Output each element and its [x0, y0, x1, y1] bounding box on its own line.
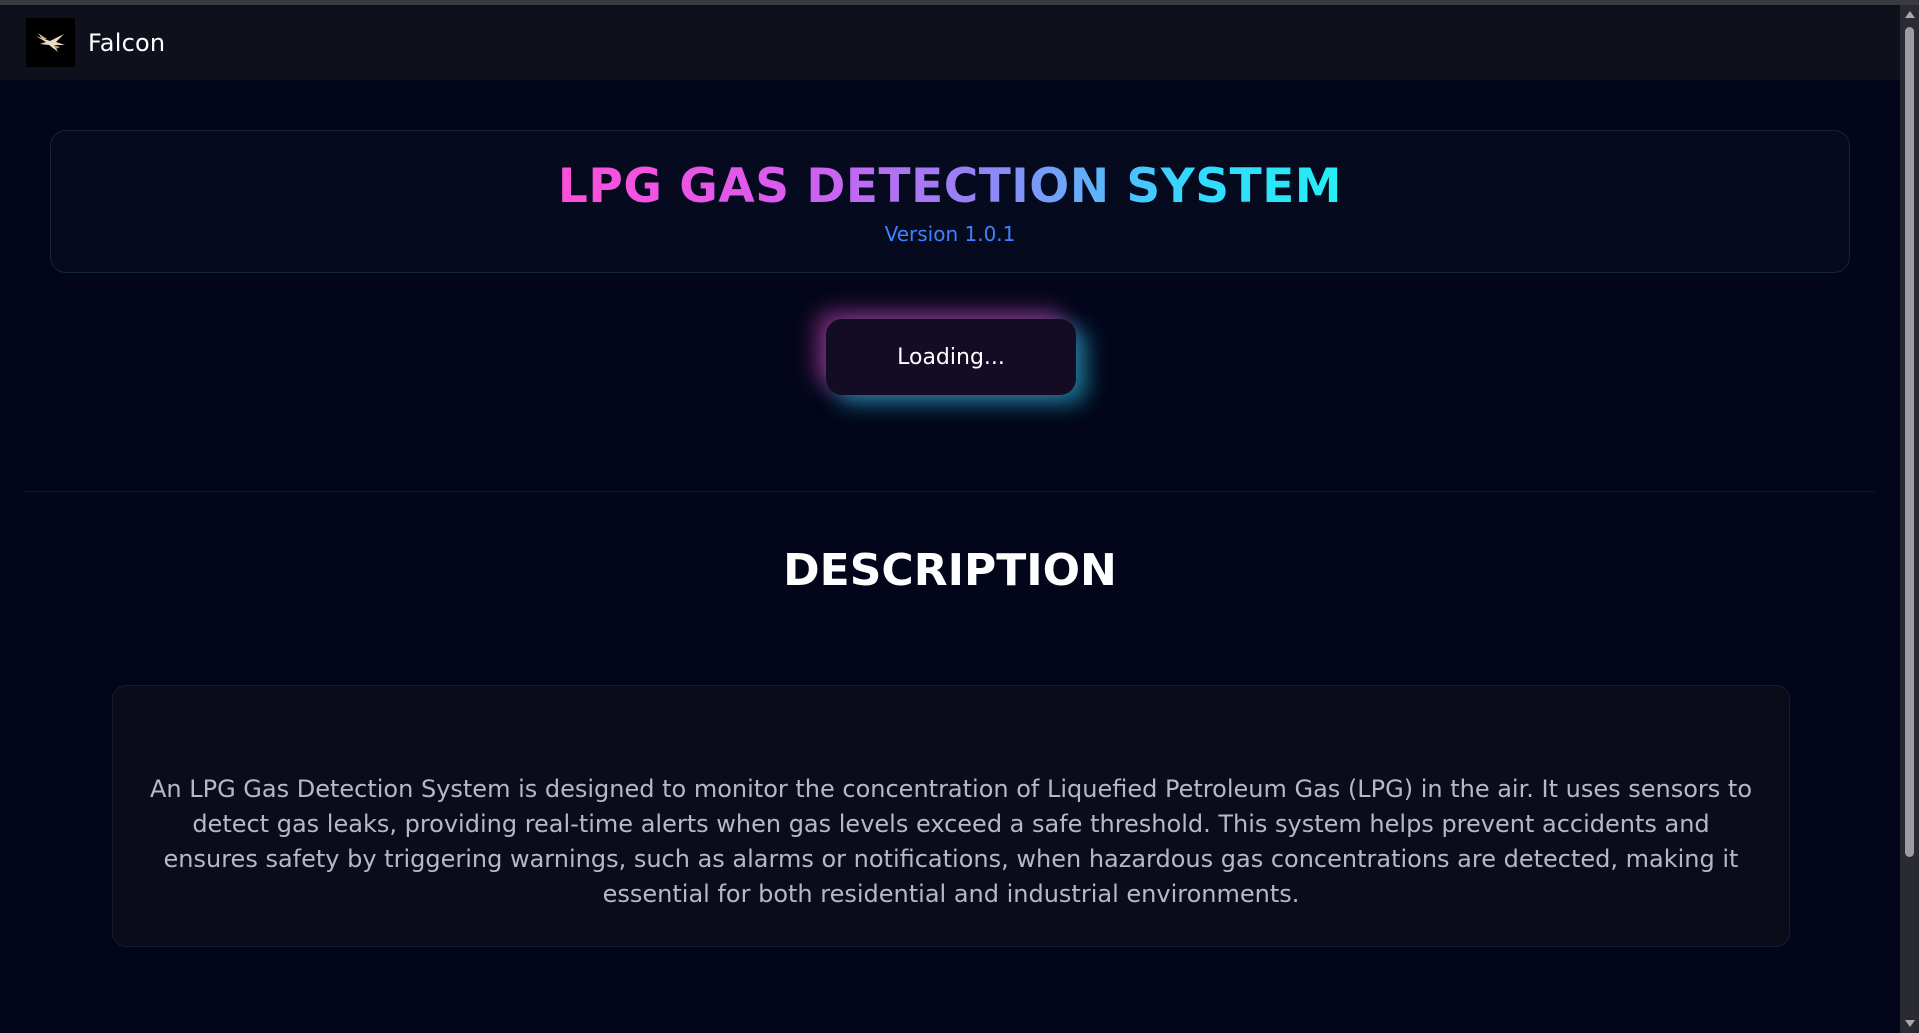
falcon-logo-icon[interactable] [26, 18, 75, 67]
section-divider [25, 491, 1875, 492]
main-content: LPG GAS DETECTION SYSTEM Version 1.0.1 L… [0, 80, 1900, 1033]
scroll-down-arrow-icon[interactable] [1905, 1020, 1915, 1027]
vertical-scrollbar[interactable] [1900, 5, 1919, 1033]
loading-status-button[interactable]: Loading... [826, 319, 1076, 395]
scrollbar-thumb[interactable] [1905, 27, 1914, 857]
description-heading: DESCRIPTION [783, 545, 1117, 596]
brand-name[interactable]: Falcon [88, 29, 165, 57]
navbar: Falcon [0, 5, 1900, 80]
description-text: An LPG Gas Detection System is designed … [149, 775, 1753, 908]
description-card: An LPG Gas Detection System is designed … [112, 685, 1790, 947]
header-card: LPG GAS DETECTION SYSTEM Version 1.0.1 [50, 130, 1850, 273]
page-title: LPG GAS DETECTION SYSTEM [557, 159, 1343, 214]
version-label: Version 1.0.1 [884, 222, 1016, 246]
scroll-up-arrow-icon[interactable] [1905, 11, 1915, 18]
